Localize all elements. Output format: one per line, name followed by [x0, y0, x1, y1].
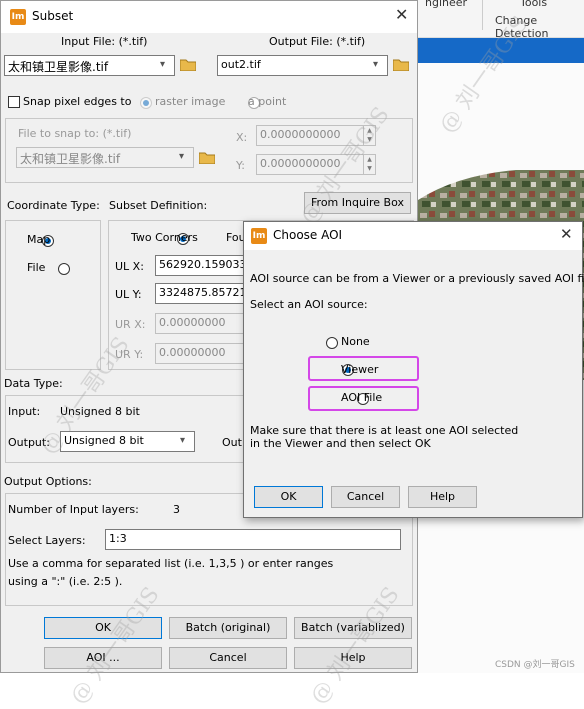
select-layers-label: Select Layers: [8, 534, 86, 547]
ok-button[interactable]: OK [44, 617, 162, 639]
snap-y-input[interactable]: 0.0000000000 ▲ ▼ [256, 154, 376, 175]
help-button[interactable]: Help [294, 647, 412, 669]
input-file-label: Input File: (*.tif) [61, 35, 148, 48]
output-file-label: Output File: (*.tif) [269, 35, 366, 48]
file-to-snap-combo[interactable]: 太和镇卫星影像.tif ▾ [16, 147, 194, 168]
imagine-app-icon: Im [10, 9, 26, 25]
num-layers-value: 3 [173, 503, 180, 516]
chevron-down-icon[interactable]: ▾ [179, 152, 189, 162]
csdn-watermark: CSDN @刘一哥GIS [495, 660, 575, 670]
ulx-value: 562920.1590331 [159, 258, 245, 271]
viewer-tab-bar [418, 38, 584, 63]
aoi-none-label: None [341, 335, 370, 348]
urx-label: UR X: [115, 318, 146, 331]
snap-y-label: Y: [236, 159, 245, 172]
layers-hint-line2: using a ":" (i.e. 2:5 ). [8, 575, 123, 588]
close-icon[interactable]: ✕ [560, 225, 573, 243]
aoi-note-line2: in the Viewer and then select OK [250, 437, 431, 450]
data-type-label: Data Type: [4, 377, 63, 390]
spin-arrows-icon[interactable]: ▲ ▼ [363, 155, 375, 174]
coord-file-label: File [27, 261, 46, 274]
output-file-value: out2.tif [221, 58, 261, 71]
choose-aoi-title: Choose AOI [273, 228, 343, 242]
ulx-label: UL X: [115, 260, 144, 273]
select-layers-input[interactable]: 1:3 [105, 529, 401, 550]
urx-value: 0.00000000 [159, 316, 226, 329]
ribbon-engineer-tab[interactable]: ngineer [425, 0, 467, 9]
ribbon-tools-tab[interactable]: Tools [520, 0, 547, 9]
subset-definition-label: Subset Definition: [109, 199, 208, 212]
subset-title: Subset [32, 9, 74, 23]
ury-value: 0.00000000 [159, 346, 226, 359]
batch-original-button[interactable]: Batch (original) [169, 617, 287, 639]
aoi-cancel-button[interactable]: Cancel [331, 486, 400, 508]
aoi-none-radio[interactable] [326, 337, 338, 349]
layers-hint-line1: Use a comma for separated list (i.e. 1,3… [8, 557, 334, 570]
aoi-description: AOI source can be from a Viewer or a pre… [250, 272, 584, 285]
aoi-ok-button[interactable]: OK [254, 486, 323, 508]
cancel-button[interactable]: Cancel [169, 647, 287, 669]
output-type-combo[interactable]: Unsigned 8 bit ▾ [60, 431, 195, 452]
aoi-button[interactable]: AOI ... [44, 647, 162, 669]
choose-aoi-titlebar[interactable]: Im Choose AOI ✕ [244, 222, 582, 250]
spin-arrows-icon[interactable]: ▲ ▼ [363, 126, 375, 145]
folder-open-icon[interactable] [199, 151, 215, 164]
aoi-select-label: Select an AOI source: [250, 298, 368, 311]
output-file-combo[interactable]: out2.tif ▾ [217, 55, 388, 76]
snap-raster-label: raster image [155, 95, 226, 108]
uly-value: 3324875.857215 [159, 286, 245, 299]
snap-x-label: X: [236, 131, 248, 144]
choose-aoi-dialog: Im Choose AOI ✕ AOI source can be from a… [243, 221, 584, 518]
ury-label: UR Y: [115, 348, 144, 361]
chevron-down-icon[interactable]: ▾ [373, 60, 383, 70]
snap-x-input[interactable]: 0.0000000000 ▲ ▼ [256, 125, 376, 146]
output-type-value: Unsigned 8 bit [64, 434, 144, 447]
coordinate-type-label: Coordinate Type: [7, 199, 100, 212]
file-to-snap-value: 太和镇卫星影像.tif [20, 152, 121, 166]
ury-input[interactable]: 0.00000000 [155, 343, 245, 364]
aoi-note-line1: Make sure that there is at least one AOI… [250, 424, 519, 437]
input-file-combo[interactable]: 太和镇卫星影像.tif ▾ [4, 55, 175, 76]
folder-open-icon[interactable] [180, 58, 196, 71]
snap-point-label: a point [248, 95, 287, 108]
ulx-input[interactable]: 562920.1590331 [155, 255, 245, 276]
chevron-down-icon[interactable]: ▾ [160, 60, 170, 70]
file-to-snap-label: File to snap to: (*.tif) [18, 127, 132, 140]
coord-map-label: Map [27, 233, 51, 246]
snap-y-value: 0.0000000000 [260, 157, 341, 170]
two-corners-label: Two Corners [131, 231, 198, 244]
folder-open-icon[interactable] [393, 58, 409, 71]
urx-input[interactable]: 0.00000000 [155, 313, 245, 334]
batch-variablized-button[interactable]: Batch (variablized) [294, 617, 412, 639]
output-type-label: Output: [8, 436, 50, 449]
chevron-down-icon[interactable]: ▾ [180, 436, 190, 446]
aoi-help-button[interactable]: Help [408, 486, 477, 508]
snap-checkbox[interactable] [8, 96, 20, 108]
imagine-app-icon: Im [251, 228, 267, 244]
close-icon[interactable]: ✕ [395, 5, 408, 24]
uly-label: UL Y: [115, 288, 142, 301]
coord-file-radio[interactable] [57, 263, 70, 275]
ribbon-divider [482, 0, 483, 30]
snap-raster-radio[interactable] [140, 97, 152, 109]
aoi-file-label: AOI File [341, 391, 383, 404]
input-file-value: 太和镇卫星影像.tif [8, 60, 109, 74]
snap-label: Snap pixel edges to [23, 95, 132, 108]
num-layers-label: Number of Input layers: [8, 503, 139, 516]
output-options-label: Output Options: [4, 475, 92, 488]
select-layers-value: 1:3 [109, 532, 127, 545]
snap-x-value: 0.0000000000 [260, 128, 341, 141]
input-type-value: Unsigned 8 bit [60, 405, 140, 418]
output-extra-label: Out [222, 436, 242, 449]
input-type-label: Input: [8, 405, 41, 418]
uly-input[interactable]: 3324875.857215 [155, 283, 245, 304]
ribbon-change-detection[interactable]: Change Detection [495, 14, 584, 40]
subset-titlebar[interactable]: Im Subset ✕ [1, 1, 417, 33]
aoi-viewer-label: Viewer [341, 363, 379, 376]
from-inquire-box-button[interactable]: From Inquire Box [304, 192, 411, 214]
